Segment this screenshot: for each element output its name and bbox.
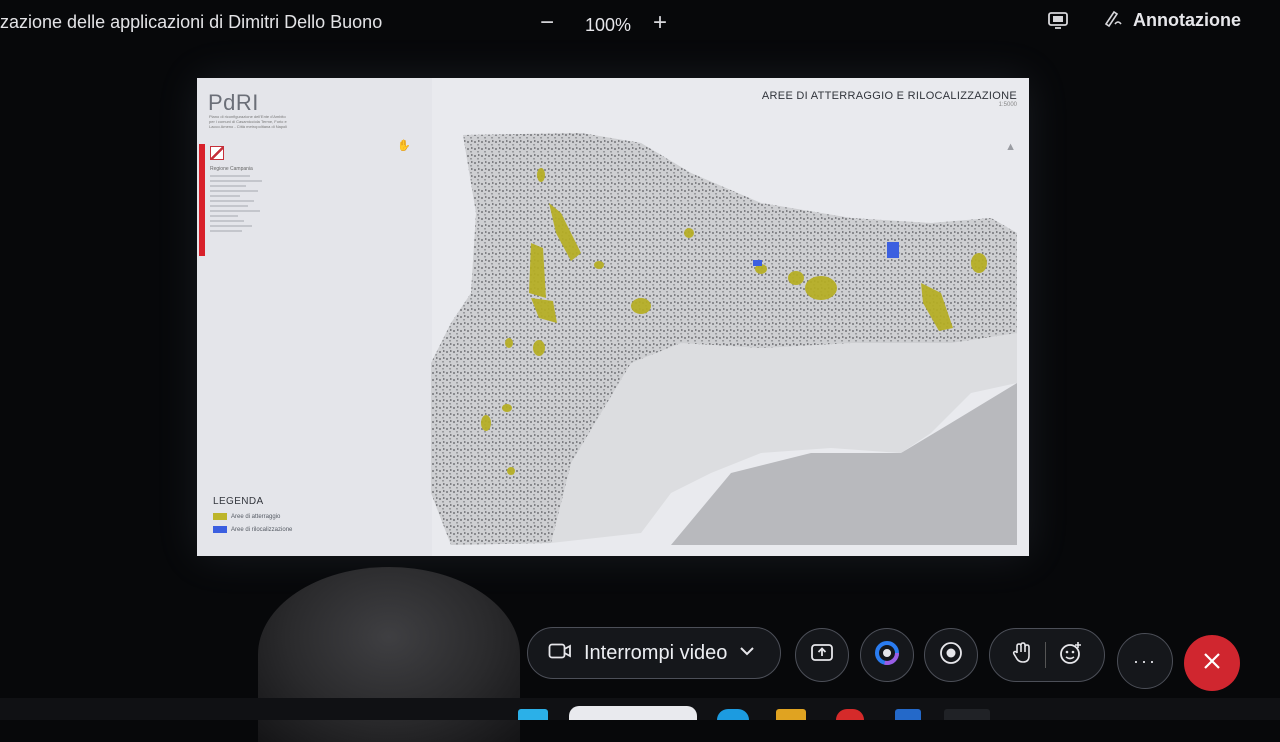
legend-label: Aree di atterraggio: [231, 513, 281, 520]
meeting-top-bar: zazione delle applicazioni di Dimitri De…: [0, 0, 1280, 48]
pen-icon: [1103, 8, 1125, 33]
browser-icon[interactable]: [717, 709, 749, 720]
legend-title: LEGENDA: [213, 496, 264, 507]
legend-label: Aree di rilocalizzazione: [231, 526, 293, 533]
raise-hand-icon[interactable]: [1011, 641, 1033, 670]
app-icon[interactable]: [895, 709, 921, 720]
record-icon: [938, 640, 964, 671]
map-legend: LEGENDA Aree di atterraggio Aree di rilo…: [213, 496, 292, 533]
map-scale: 1:5000: [998, 102, 1017, 108]
pdri-logo: PdRI: [208, 90, 259, 115]
camera-icon: [548, 641, 572, 666]
annotation-button[interactable]: Annotazione: [1103, 8, 1241, 33]
video-label: Interrompi video: [584, 641, 728, 664]
region-block: Regione Campania: [210, 146, 280, 232]
landing-swatch: [213, 513, 227, 520]
reactions-group: [989, 628, 1105, 682]
emoji-icon[interactable]: [1058, 640, 1084, 671]
app-icon[interactable]: [944, 709, 990, 720]
end-call-button[interactable]: [1184, 635, 1240, 691]
annotation-label: Annotazione: [1133, 10, 1241, 30]
legend-item: Aree di rilocalizzazione: [213, 526, 292, 533]
zoom-in-button[interactable]: +: [653, 9, 667, 37]
taskbar-app-icon[interactable]: [518, 709, 548, 720]
close-icon: [1202, 651, 1222, 676]
hand-cursor-icon: ✋: [397, 140, 411, 152]
record-button[interactable]: [924, 628, 978, 682]
taskbar-search-box[interactable]: [569, 706, 697, 720]
share-upload-icon: [810, 642, 834, 669]
app-icon[interactable]: [836, 709, 864, 720]
zoom-out-button[interactable]: −: [540, 9, 554, 37]
zoom-level: 100%: [585, 15, 632, 35]
share-screen-button[interactable]: [795, 628, 849, 682]
more-options-button[interactable]: ···: [1117, 633, 1173, 689]
island-map: [431, 133, 1017, 545]
shared-window-title: zazione delle applicazioni di Dimitri De…: [0, 12, 383, 32]
relocation-swatch: [213, 526, 227, 533]
stop-video-button[interactable]: Interrompi video: [527, 627, 781, 679]
more-icon: ···: [1133, 650, 1157, 671]
chevron-down-icon[interactable]: [739, 644, 755, 662]
folder-icon[interactable]: [776, 709, 806, 720]
credits-lines: [210, 175, 280, 232]
region-emblem-icon: [210, 146, 224, 160]
separator: [1044, 642, 1046, 668]
region-accent-bar: [199, 144, 205, 256]
copilot-button[interactable]: [860, 628, 914, 682]
map-title: AREE DI ATTERRAGGIO E RILOCALIZZAZIONE: [761, 90, 1017, 102]
shared-screen-slide: PdRI Piano di riconfigurazione dell'Ente…: [197, 78, 1029, 556]
pdri-subtitle: Piano di riconfigurazione dell'Ente d'Am…: [209, 114, 288, 129]
legend-item: Aree di atterraggio: [213, 513, 292, 520]
copilot-icon: [873, 639, 901, 672]
screen-view-icon[interactable]: [1047, 11, 1069, 36]
region-name: Regione Campania: [210, 166, 253, 172]
